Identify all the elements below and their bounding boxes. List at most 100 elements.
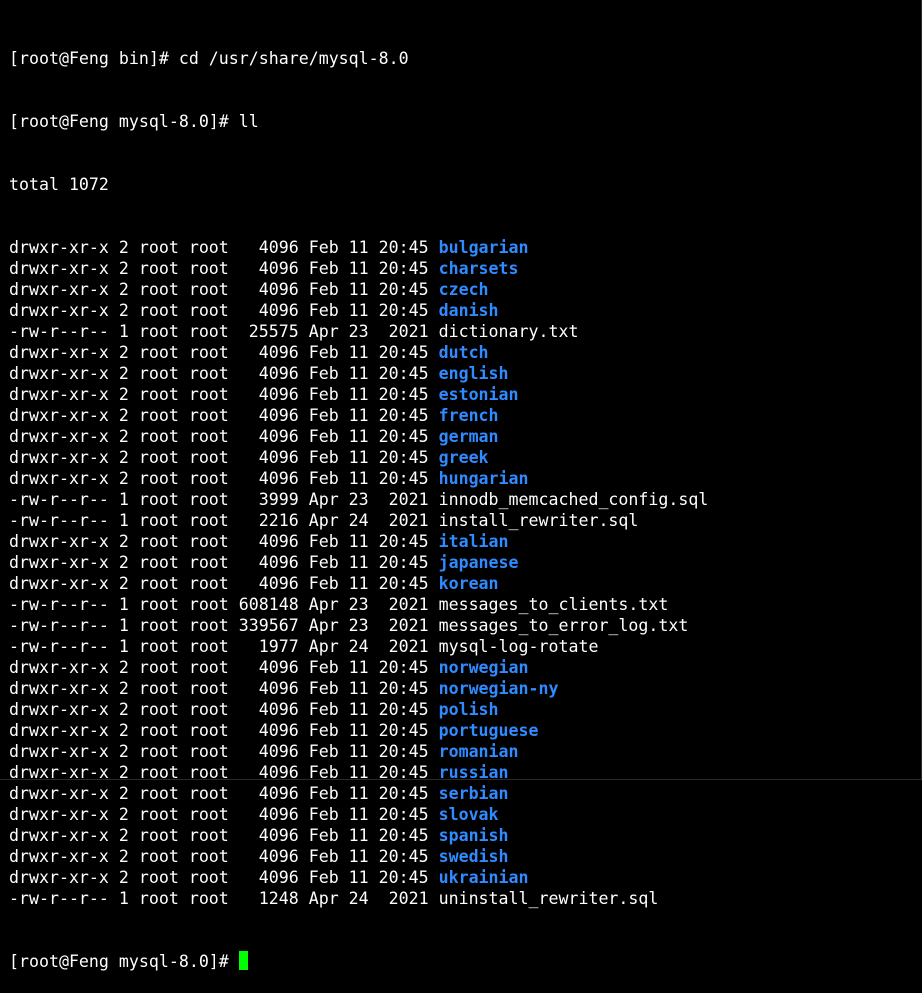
listing-row: drwxr-xr-x 2 root root 4096 Feb 11 20:45… bbox=[9, 531, 921, 552]
directory-name: norwegian-ny bbox=[438, 679, 559, 698]
listing-row: -rw-r--r-- 1 root root 1977 Apr 24 2021 … bbox=[9, 636, 921, 657]
listing-metadata: drwxr-xr-x 2 root root 4096 Feb 11 20:45 bbox=[9, 868, 439, 887]
listing-row: drwxr-xr-x 2 root root 4096 Feb 11 20:45… bbox=[9, 825, 921, 846]
listing-metadata: drwxr-xr-x 2 root root 4096 Feb 11 20:45 bbox=[9, 385, 439, 404]
listing-row: -rw-r--r-- 1 root root 2216 Apr 24 2021 … bbox=[9, 510, 921, 531]
directory-name: spanish bbox=[438, 826, 509, 845]
directory-name: dutch bbox=[438, 343, 489, 362]
prompt-line[interactable]: [root@Feng mysql-8.0]# bbox=[9, 951, 921, 972]
listing-row: drwxr-xr-x 2 root root 4096 Feb 11 20:45… bbox=[9, 867, 921, 888]
directory-name: estonian bbox=[438, 385, 519, 404]
prompt-text: [root@Feng mysql-8.0]# bbox=[9, 952, 239, 971]
directory-name: greek bbox=[438, 448, 489, 467]
listing-metadata: drwxr-xr-x 2 root root 4096 Feb 11 20:45 bbox=[9, 469, 439, 488]
listing-metadata: drwxr-xr-x 2 root root 4096 Feb 11 20:45 bbox=[9, 532, 439, 551]
listing-row: drwxr-xr-x 2 root root 4096 Feb 11 20:45… bbox=[9, 363, 921, 384]
listing-row: drwxr-xr-x 2 root root 4096 Feb 11 20:45… bbox=[9, 405, 921, 426]
directory-name: slovak bbox=[438, 805, 499, 824]
directory-name: japanese bbox=[438, 553, 519, 572]
listing-row: drwxr-xr-x 2 root root 4096 Feb 11 20:45… bbox=[9, 699, 921, 720]
file-name: uninstall_rewriter.sql bbox=[438, 889, 659, 908]
listing-row: -rw-r--r-- 1 root root 1248 Apr 24 2021 … bbox=[9, 888, 921, 909]
listing-row: drwxr-xr-x 2 root root 4096 Feb 11 20:45… bbox=[9, 300, 921, 321]
listing-row: drwxr-xr-x 2 root root 4096 Feb 11 20:45… bbox=[9, 468, 921, 489]
listing-row: drwxr-xr-x 2 root root 4096 Feb 11 20:45… bbox=[9, 783, 921, 804]
listing-metadata: drwxr-xr-x 2 root root 4096 Feb 11 20:45 bbox=[9, 574, 439, 593]
directory-name: charsets bbox=[438, 259, 519, 278]
listing-metadata: drwxr-xr-x 2 root root 4096 Feb 11 20:45 bbox=[9, 259, 439, 278]
file-name: install_rewriter.sql bbox=[438, 511, 639, 530]
listing-row: -rw-r--r-- 1 root root 3999 Apr 23 2021 … bbox=[9, 489, 921, 510]
directory-name: french bbox=[438, 406, 499, 425]
directory-name: russian bbox=[438, 763, 509, 782]
listing-metadata: -rw-r--r-- 1 root root 25575 Apr 23 2021 bbox=[9, 322, 439, 341]
directory-name: romanian bbox=[438, 742, 519, 761]
listing-metadata: drwxr-xr-x 2 root root 4096 Feb 11 20:45 bbox=[9, 238, 439, 257]
listing-metadata: drwxr-xr-x 2 root root 4096 Feb 11 20:45 bbox=[9, 700, 439, 719]
listing-metadata: drwxr-xr-x 2 root root 4096 Feb 11 20:45 bbox=[9, 301, 439, 320]
listing-row: drwxr-xr-x 2 root root 4096 Feb 11 20:45… bbox=[9, 384, 921, 405]
listing-metadata: drwxr-xr-x 2 root root 4096 Feb 11 20:45 bbox=[9, 805, 439, 824]
file-name: dictionary.txt bbox=[438, 322, 579, 341]
listing-row: drwxr-xr-x 2 root root 4096 Feb 11 20:45… bbox=[9, 258, 921, 279]
listing-metadata: -rw-r--r-- 1 root root 1977 Apr 24 2021 bbox=[9, 637, 439, 656]
listing-row: drwxr-xr-x 2 root root 4096 Feb 11 20:45… bbox=[9, 573, 921, 594]
listing-row: -rw-r--r-- 1 root root 25575 Apr 23 2021… bbox=[9, 321, 921, 342]
listing-metadata: drwxr-xr-x 2 root root 4096 Feb 11 20:45 bbox=[9, 784, 439, 803]
directory-name: italian bbox=[438, 532, 509, 551]
listing-row: drwxr-xr-x 2 root root 4096 Feb 11 20:45… bbox=[9, 846, 921, 867]
directory-listing: drwxr-xr-x 2 root root 4096 Feb 11 20:45… bbox=[9, 237, 921, 909]
listing-metadata: drwxr-xr-x 2 root root 4096 Feb 11 20:45 bbox=[9, 742, 439, 761]
listing-row: drwxr-xr-x 2 root root 4096 Feb 11 20:45… bbox=[9, 237, 921, 258]
file-name: messages_to_clients.txt bbox=[438, 595, 669, 614]
terminal-window[interactable]: [root@Feng bin]# cd /usr/share/mysql-8.0… bbox=[0, 0, 922, 971]
directory-name: serbian bbox=[438, 784, 509, 803]
directory-name: german bbox=[438, 427, 499, 446]
file-name: innodb_memcached_config.sql bbox=[438, 490, 709, 509]
listing-row: drwxr-xr-x 2 root root 4096 Feb 11 20:45… bbox=[9, 342, 921, 363]
directory-name: bulgarian bbox=[438, 238, 529, 257]
listing-metadata: drwxr-xr-x 2 root root 4096 Feb 11 20:45 bbox=[9, 763, 439, 782]
listing-row: -rw-r--r-- 1 root root 339567 Apr 23 202… bbox=[9, 615, 921, 636]
listing-row: drwxr-xr-x 2 root root 4096 Feb 11 20:45… bbox=[9, 279, 921, 300]
listing-metadata: drwxr-xr-x 2 root root 4096 Feb 11 20:45 bbox=[9, 721, 439, 740]
listing-metadata: -rw-r--r-- 1 root root 3999 Apr 23 2021 bbox=[9, 490, 439, 509]
command-line: [root@Feng bin]# cd /usr/share/mysql-8.0 bbox=[9, 49, 409, 68]
listing-metadata: drwxr-xr-x 2 root root 4096 Feb 11 20:45 bbox=[9, 343, 439, 362]
directory-name: danish bbox=[438, 301, 499, 320]
file-name: messages_to_error_log.txt bbox=[438, 616, 689, 635]
listing-metadata: drwxr-xr-x 2 root root 4096 Feb 11 20:45 bbox=[9, 406, 439, 425]
listing-metadata: drwxr-xr-x 2 root root 4096 Feb 11 20:45 bbox=[9, 658, 439, 677]
directory-name: ukrainian bbox=[438, 868, 529, 887]
listing-metadata: drwxr-xr-x 2 root root 4096 Feb 11 20:45 bbox=[9, 847, 439, 866]
listing-metadata: drwxr-xr-x 2 root root 4096 Feb 11 20:45 bbox=[9, 553, 439, 572]
listing-metadata: drwxr-xr-x 2 root root 4096 Feb 11 20:45 bbox=[9, 427, 439, 446]
directory-name: swedish bbox=[438, 847, 509, 866]
directory-name: english bbox=[438, 364, 509, 383]
listing-row: drwxr-xr-x 2 root root 4096 Feb 11 20:45… bbox=[9, 426, 921, 447]
listing-metadata: drwxr-xr-x 2 root root 4096 Feb 11 20:45 bbox=[9, 280, 439, 299]
listing-row: drwxr-xr-x 2 root root 4096 Feb 11 20:45… bbox=[9, 720, 921, 741]
directory-name: hungarian bbox=[438, 469, 529, 488]
listing-metadata: drwxr-xr-x 2 root root 4096 Feb 11 20:45 bbox=[9, 364, 439, 383]
command-line: [root@Feng mysql-8.0]# ll bbox=[9, 112, 259, 131]
listing-metadata: -rw-r--r-- 1 root root 1248 Apr 24 2021 bbox=[9, 889, 439, 908]
terminal-cursor bbox=[238, 951, 248, 970]
listing-row: drwxr-xr-x 2 root root 4096 Feb 11 20:45… bbox=[9, 804, 921, 825]
listing-row: drwxr-xr-x 2 root root 4096 Feb 11 20:45… bbox=[9, 741, 921, 762]
directory-name: polish bbox=[438, 700, 499, 719]
directory-name: korean bbox=[438, 574, 499, 593]
listing-row: drwxr-xr-x 2 root root 4096 Feb 11 20:45… bbox=[9, 678, 921, 699]
listing-metadata: -rw-r--r-- 1 root root 2216 Apr 24 2021 bbox=[9, 511, 439, 530]
listing-row: -rw-r--r-- 1 root root 608148 Apr 23 202… bbox=[9, 594, 921, 615]
listing-row: drwxr-xr-x 2 root root 4096 Feb 11 20:45… bbox=[9, 657, 921, 678]
listing-metadata: drwxr-xr-x 2 root root 4096 Feb 11 20:45 bbox=[9, 826, 439, 845]
total-line: total 1072 bbox=[9, 175, 109, 194]
listing-metadata: drwxr-xr-x 2 root root 4096 Feb 11 20:45 bbox=[9, 679, 439, 698]
listing-metadata: -rw-r--r-- 1 root root 608148 Apr 23 202… bbox=[9, 595, 439, 614]
listing-metadata: -rw-r--r-- 1 root root 339567 Apr 23 202… bbox=[9, 616, 439, 635]
listing-metadata: drwxr-xr-x 2 root root 4096 Feb 11 20:45 bbox=[9, 448, 439, 467]
listing-row: drwxr-xr-x 2 root root 4096 Feb 11 20:45… bbox=[9, 447, 921, 468]
file-name: mysql-log-rotate bbox=[438, 637, 599, 656]
listing-row: drwxr-xr-x 2 root root 4096 Feb 11 20:45… bbox=[9, 552, 921, 573]
